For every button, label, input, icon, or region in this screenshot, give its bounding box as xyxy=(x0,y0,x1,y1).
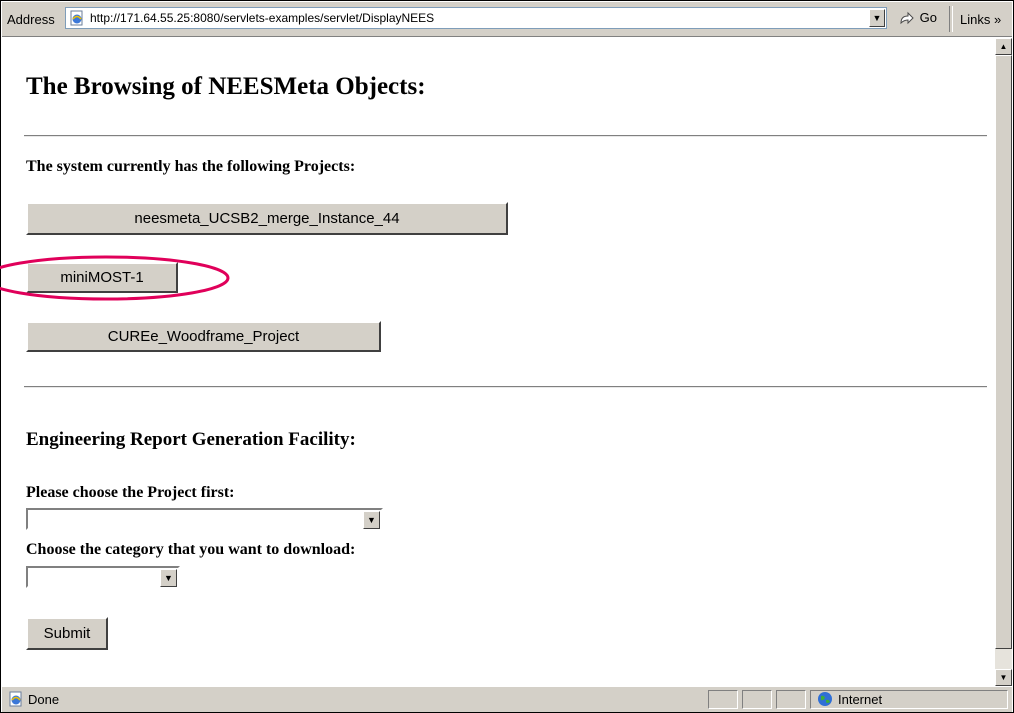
status-pane xyxy=(742,690,772,709)
go-button[interactable]: Go xyxy=(898,10,937,27)
globe-icon xyxy=(818,692,832,706)
project-select[interactable]: ▼ xyxy=(26,508,383,530)
ie-page-icon xyxy=(9,691,22,707)
project-button[interactable]: CUREe_Woodframe_Project xyxy=(26,321,381,352)
chevron-down-icon[interactable]: ▼ xyxy=(160,569,177,587)
vertical-scrollbar[interactable]: ▲ ▼ xyxy=(995,38,1012,686)
address-url[interactable]: http://171.64.55.25:8080/servlets-exampl… xyxy=(90,11,434,25)
status-text: Done xyxy=(28,692,60,707)
chevron-down-icon[interactable]: ▼ xyxy=(363,511,380,529)
highlight-ellipse-stroke xyxy=(0,255,230,301)
status-pane xyxy=(708,690,738,709)
scroll-thumb[interactable] xyxy=(995,55,1012,649)
divider xyxy=(24,135,987,137)
address-dropdown-icon[interactable]: ▼ xyxy=(869,9,885,27)
report-heading: Engineering Report Generation Facility: xyxy=(26,429,356,450)
project-button[interactable]: neesmeta_UCSB2_merge_Instance_44 xyxy=(26,202,508,235)
go-arrow-icon xyxy=(900,11,914,24)
address-field[interactable]: http://171.64.55.25:8080/servlets-exampl… xyxy=(65,7,887,29)
ie-page-icon xyxy=(70,10,83,26)
address-label: Address xyxy=(7,12,55,27)
project-select-label: Please choose the Project first: xyxy=(26,484,235,501)
status-pane xyxy=(776,690,806,709)
category-select-label: Choose the category that you want to dow… xyxy=(26,541,356,558)
category-select[interactable]: ▼ xyxy=(26,566,180,588)
scroll-up-icon[interactable]: ▲ xyxy=(995,38,1012,55)
status-bar: Done Internet xyxy=(2,686,1012,712)
projects-heading: The system currently has the following P… xyxy=(26,158,356,175)
page-content: The Browsing of NEESMeta Objects: The sy… xyxy=(10,37,988,660)
highlight-ellipse xyxy=(0,255,230,301)
page-title: The Browsing of NEESMeta Objects: xyxy=(26,73,426,100)
scroll-down-icon[interactable]: ▼ xyxy=(995,669,1012,686)
browser-window: Address http://171.64.55.25:8080/servlet… xyxy=(0,0,1014,713)
toolbar-separator xyxy=(949,6,953,32)
divider xyxy=(24,386,987,388)
submit-button[interactable]: Submit xyxy=(26,617,108,650)
address-bar: Address http://171.64.55.25:8080/servlet… xyxy=(2,2,1012,37)
go-label: Go xyxy=(919,10,937,25)
zone-label: Internet xyxy=(838,692,883,707)
links-button[interactable]: Links » xyxy=(960,12,1001,27)
